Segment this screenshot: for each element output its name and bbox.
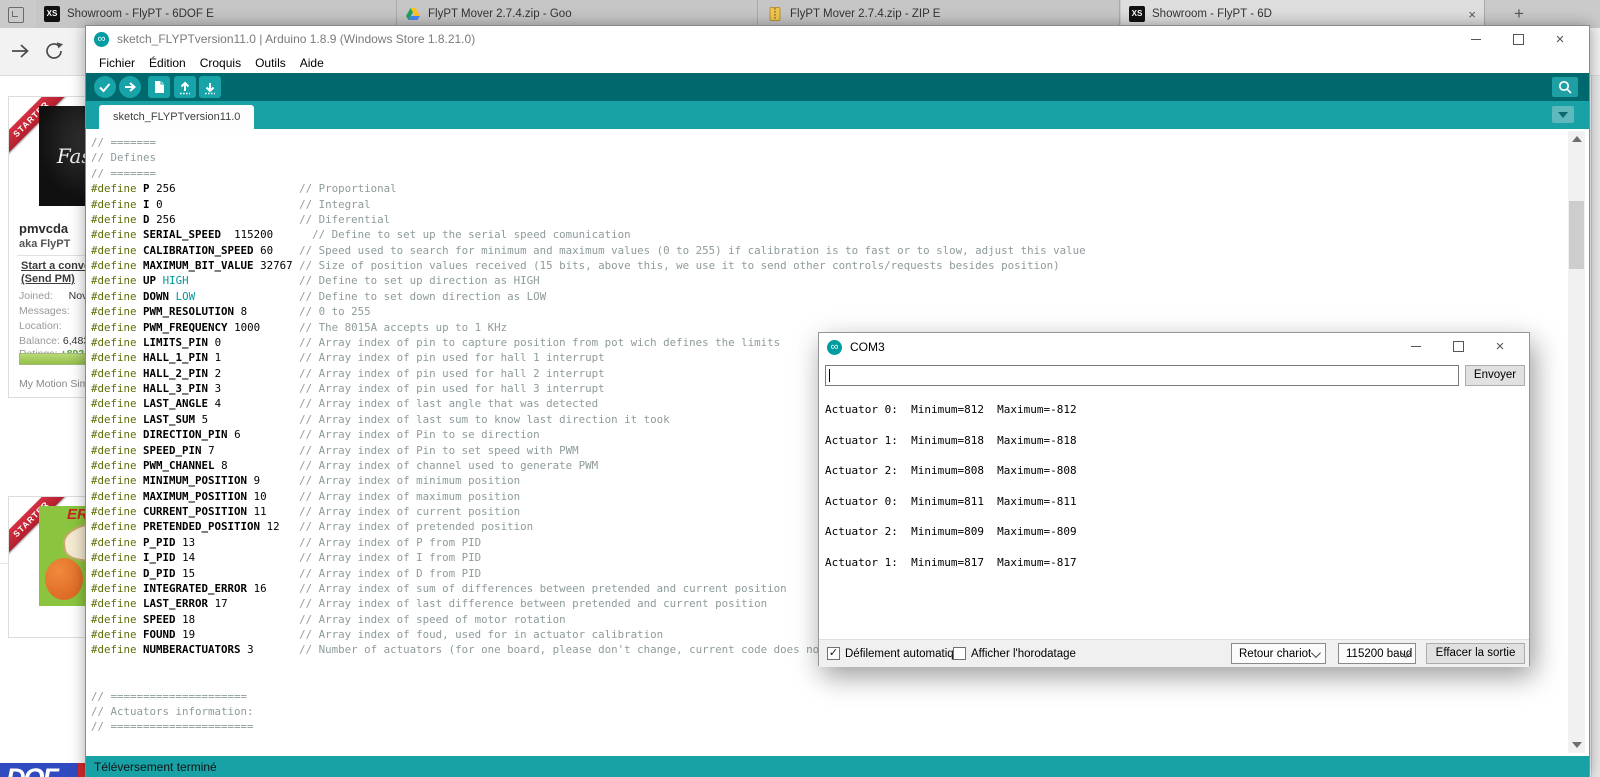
chevron-down-icon xyxy=(1311,648,1321,658)
serial-output-line: Actuator 2: Minimum=809 Maximum=-809 xyxy=(825,517,1525,548)
timestamp-checkbox[interactable]: ✓ xyxy=(953,647,966,660)
code-line: #define CALIBRATION_SPEED 60 // Speed us… xyxy=(91,243,1086,258)
browser-tab-1[interactable]: XS Showroom - FlyPT - 6DOF E xyxy=(36,0,397,28)
maximize-button[interactable] xyxy=(1497,26,1539,52)
timestamp-label: Afficher l'horodatage xyxy=(971,648,1076,660)
tab-preview-icon[interactable] xyxy=(8,7,24,23)
tab-label: Showroom - FlyPT - 6DOF E xyxy=(67,8,388,20)
menu-sketch[interactable]: Croquis xyxy=(193,56,248,70)
arduino-titlebar[interactable]: ∞ sketch_FLYPTversion11.0 | Arduino 1.8.… xyxy=(86,26,1589,52)
balloon-illustration xyxy=(45,558,83,600)
serial-output-line: Actuator 1: Minimum=817 Maximum=-817 xyxy=(825,548,1525,579)
code-line: // ======= xyxy=(91,135,1086,150)
user-alias: aka FlyPT xyxy=(19,238,70,250)
code-line: #define P 256 // Proportional xyxy=(91,181,1086,196)
serial-monitor-window: ∞ COM3 × Envoyer Actuator 0: Minimum=812… xyxy=(818,332,1530,666)
desktop: XS Showroom - FlyPT - 6DOF E FlyPT Mover… xyxy=(0,0,1600,777)
serial-output-line: Actuator 2: Minimum=808 Maximum=-808 xyxy=(825,456,1525,487)
refresh-icon[interactable] xyxy=(43,39,67,63)
arduino-toolbar xyxy=(86,73,1589,101)
save-sketch-button[interactable] xyxy=(199,76,221,98)
arduino-logo-icon: ∞ xyxy=(827,340,842,355)
scroll-down-icon[interactable] xyxy=(1572,742,1582,748)
code-line: #define DOWN LOW // Define to set down d… xyxy=(91,289,1086,304)
browser-tab-2[interactable]: FlyPT Mover 2.7.4.zip - Goo xyxy=(397,0,758,28)
browser-scrollbar[interactable] xyxy=(1591,76,1600,777)
arduino-status-bar: Téléversement terminé xyxy=(86,756,1589,777)
arduino-sketch-tabbar: sketch_FLYPTversion11.0 xyxy=(86,101,1589,129)
open-sketch-button[interactable] xyxy=(174,76,196,98)
send-button[interactable]: Envoyer xyxy=(1465,365,1525,386)
code-line: #define SERIAL_SPEED 115200 // Define to… xyxy=(91,227,1086,242)
serial-monitor-titlebar[interactable]: ∞ COM3 × xyxy=(819,333,1529,361)
scroll-up-icon[interactable] xyxy=(1572,136,1582,142)
serial-output-line: Actuator 0: Minimum=811 Maximum=-811 xyxy=(825,487,1525,518)
serial-output-line: Actuator 0: Minimum=812 Maximum=-812 xyxy=(825,395,1525,426)
tab-label: FlyPT Mover 2.7.4.zip - ZIP E xyxy=(790,8,1111,20)
tab-list-dropdown[interactable] xyxy=(1552,106,1574,123)
dof-reality-logo[interactable]: DOF REALITY xyxy=(0,763,78,777)
serial-monitor-button[interactable] xyxy=(1552,77,1578,97)
google-drive-icon xyxy=(405,6,421,22)
code-line: #define UP HIGH // Define to set up dire… xyxy=(91,273,1086,288)
baud-rate-dropdown[interactable]: 115200 baud xyxy=(1338,643,1416,664)
send-pm-link[interactable]: (Send PM) xyxy=(21,273,75,285)
new-tab-button[interactable]: + xyxy=(1506,2,1532,26)
autoscroll-checkbox[interactable]: ✓ xyxy=(827,647,840,660)
line-ending-dropdown[interactable]: Retour chariot xyxy=(1231,643,1326,664)
maximize-button[interactable] xyxy=(1437,333,1479,359)
code-line: #define I 0 // Integral xyxy=(91,197,1086,212)
code-line: // ======= xyxy=(91,166,1086,181)
editor-scrollbar[interactable] xyxy=(1568,131,1585,753)
new-sketch-button[interactable] xyxy=(148,76,170,98)
serial-output-line: Actuator 1: Minimum=818 Maximum=-818 xyxy=(825,426,1525,457)
zip-file-icon xyxy=(767,6,783,22)
arduino-logo-icon: ∞ xyxy=(94,32,109,47)
serial-send-input[interactable] xyxy=(825,365,1459,386)
verify-button[interactable] xyxy=(94,76,116,98)
browser-tab-strip: XS Showroom - FlyPT - 6DOF E FlyPT Mover… xyxy=(0,0,1600,28)
upload-button[interactable] xyxy=(119,76,141,98)
close-tab-icon[interactable]: × xyxy=(1468,7,1476,22)
menu-tools[interactable]: Outils xyxy=(248,56,293,70)
code-line: #define D 256 // Diferential xyxy=(91,212,1086,227)
browser-tab-3[interactable]: FlyPT Mover 2.7.4.zip - ZIP E xyxy=(759,0,1120,28)
window-title: COM3 xyxy=(850,340,885,354)
code-line: #define MAXIMUM_BIT_VALUE 32767 // Size … xyxy=(91,258,1086,273)
close-button[interactable]: × xyxy=(1479,333,1521,359)
menu-edit[interactable]: Édition xyxy=(142,56,193,70)
code-line: #define PWM_RESOLUTION 8 // 0 to 255 xyxy=(91,304,1086,319)
chevron-down-icon xyxy=(1558,112,1568,118)
menu-file[interactable]: Fichier xyxy=(92,56,142,70)
code-line: // Defines xyxy=(91,150,1086,165)
minimize-button[interactable] xyxy=(1395,333,1437,359)
scrollbar-thumb[interactable] xyxy=(1569,201,1584,269)
username[interactable]: pmvcda xyxy=(19,221,68,236)
serial-output[interactable]: Actuator 0: Minimum=812 Maximum=-812Actu… xyxy=(825,390,1525,637)
tab-label: FlyPT Mover 2.7.4.zip - Goo xyxy=(428,8,749,20)
tab-label: Showroom - FlyPT - 6D xyxy=(1152,8,1462,20)
autoscroll-label: Défilement automatique xyxy=(845,648,966,660)
code-line: // ===================== xyxy=(91,689,1086,704)
browser-tab-4-active[interactable]: XS Showroom - FlyPT - 6D × xyxy=(1121,0,1485,28)
code-line xyxy=(91,673,1086,688)
xs-favicon: XS xyxy=(44,6,60,22)
arduino-menubar: Fichier Édition Croquis Outils Aide xyxy=(86,52,1589,73)
serial-monitor-controls: ✓ Défilement automatique ✓ Afficher l'ho… xyxy=(819,639,1529,667)
xs-favicon: XS xyxy=(1129,6,1145,22)
clear-output-button[interactable]: Effacer la sortie xyxy=(1426,643,1525,664)
text-caret xyxy=(829,369,830,382)
window-title: sketch_FLYPTversion11.0 | Arduino 1.8.9 … xyxy=(117,32,475,46)
code-line: // ====================== xyxy=(91,719,1086,734)
sketch-tab[interactable]: sketch_FLYPTversion11.0 xyxy=(99,105,254,129)
status-message: Téléversement terminé xyxy=(94,760,217,774)
code-line: // Actuators information: xyxy=(91,704,1086,719)
menu-help[interactable]: Aide xyxy=(293,56,331,70)
forward-icon[interactable] xyxy=(8,39,32,63)
minimize-button[interactable] xyxy=(1455,26,1497,52)
close-button[interactable]: × xyxy=(1539,26,1581,52)
